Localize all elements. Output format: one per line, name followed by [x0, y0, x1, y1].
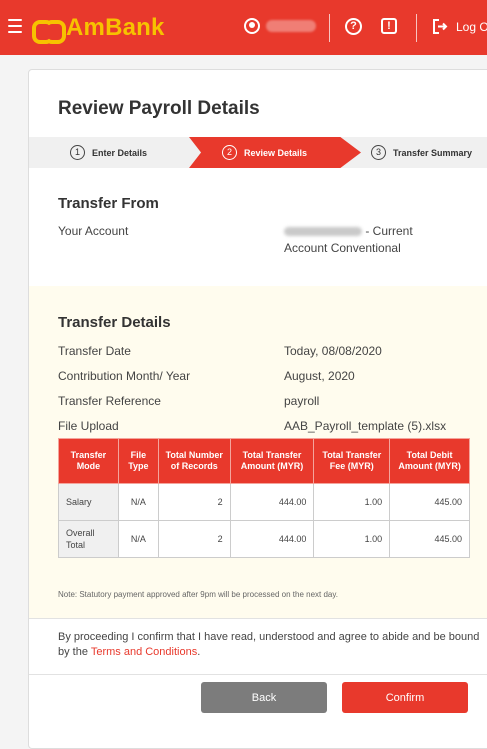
- section-divider: [29, 618, 487, 619]
- cell-mode: Salary: [58, 483, 119, 521]
- cell-fee: 1.00: [313, 520, 391, 558]
- contribution-month-label: Contribution Month/ Year: [58, 369, 191, 383]
- brand-name: AmBank: [66, 14, 165, 41]
- review-card: Review Payroll Details 1 Enter Details 2…: [28, 69, 487, 749]
- records-link[interactable]: 2: [157, 483, 231, 521]
- col-debit-amount: Total Debit Amount (MYR): [389, 438, 470, 484]
- contribution-month-value: August, 2020: [284, 369, 355, 383]
- transfer-date-value: Today, 08/08/2020: [284, 344, 382, 358]
- step-label: Enter Details: [92, 147, 148, 158]
- step-number: 3: [371, 145, 386, 160]
- account-suffix: - Current: [362, 224, 413, 238]
- file-upload-value: AAB_Payroll_template (5).xlsx: [284, 419, 447, 433]
- header-divider: [329, 14, 330, 42]
- cell-mode: Overall Total: [58, 520, 119, 558]
- ambank-logo-mark: [32, 17, 66, 44]
- your-account-value: - Current Account Conventional: [284, 223, 413, 257]
- menu-icon[interactable]: [8, 19, 22, 33]
- cell-fee: 1.00: [313, 483, 391, 521]
- col-transfer-mode: Transfer Mode: [58, 438, 119, 484]
- step-number: 2: [222, 145, 237, 160]
- cell-debit: 445.00: [389, 483, 470, 521]
- step-label: Review Details: [244, 147, 308, 158]
- step-number: 1: [70, 145, 85, 160]
- transfer-date-label: Transfer Date: [58, 344, 131, 358]
- file-upload-label: File Upload: [58, 419, 119, 433]
- cell-debit: 445.00: [389, 520, 470, 558]
- table-header-row: Transfer Mode File Type Total Number of …: [58, 438, 470, 484]
- cell-type: N/A: [117, 520, 159, 558]
- transfer-reference-label: Transfer Reference: [58, 394, 161, 408]
- account-number-blurred: [284, 227, 362, 237]
- consent-text: By proceeding I confirm that I have read…: [58, 630, 487, 660]
- col-transfer-amount: Total Transfer Amount (MYR): [229, 438, 315, 484]
- ambank-logo[interactable]: AmBank: [32, 14, 165, 44]
- step-transfer-summary: 3 Transfer Summary: [371, 137, 472, 168]
- table-row: Salary N/A 2 444.00 1.00 445.00: [58, 483, 470, 521]
- cell-amount: 444.00: [229, 483, 315, 521]
- consent-end: .: [197, 646, 201, 658]
- transfer-summary-table: Transfer Mode File Type Total Number of …: [58, 438, 470, 558]
- page-title: Review Payroll Details: [58, 98, 260, 119]
- top-navigation-bar: AmBank ? ! Log O: [0, 0, 487, 55]
- logout-icon[interactable]: [433, 19, 448, 34]
- transfer-from-title: Transfer From: [58, 195, 159, 212]
- step-enter-details: 1 Enter Details: [70, 137, 147, 168]
- col-total-records: Total Number of Records: [157, 438, 231, 484]
- progress-stepper: 1 Enter Details 2 Review Details 3 Trans…: [29, 137, 487, 168]
- terms-link[interactable]: Terms and Conditions: [91, 646, 197, 658]
- back-button[interactable]: Back: [201, 682, 327, 713]
- cell-type: N/A: [117, 483, 159, 521]
- statutory-note: Note: Statutory payment approved after 9…: [58, 590, 339, 599]
- step-label: Transfer Summary: [393, 147, 473, 158]
- header-divider: [416, 14, 417, 42]
- your-account-label: Your Account: [58, 224, 129, 238]
- account-type: Account Conventional: [284, 241, 401, 255]
- section-divider: [29, 674, 487, 675]
- step-review-details: 2 Review Details: [222, 137, 307, 168]
- username-blurred: [266, 20, 316, 32]
- transfer-reference-value: payroll: [284, 394, 320, 408]
- col-file-type: File Type: [117, 438, 159, 484]
- transfer-details-title: Transfer Details: [58, 314, 171, 331]
- user-icon[interactable]: [244, 18, 260, 34]
- logout-link[interactable]: Log O: [456, 20, 487, 34]
- col-transfer-fee: Total Transfer Fee (MYR): [313, 438, 391, 484]
- cell-records: 2: [157, 520, 231, 558]
- notification-icon[interactable]: !: [381, 18, 397, 34]
- confirm-button[interactable]: Confirm: [342, 682, 468, 713]
- table-row-total: Overall Total N/A 2 444.00 1.00 445.00: [58, 520, 470, 558]
- help-icon[interactable]: ?: [345, 18, 362, 35]
- cell-amount: 444.00: [229, 520, 315, 558]
